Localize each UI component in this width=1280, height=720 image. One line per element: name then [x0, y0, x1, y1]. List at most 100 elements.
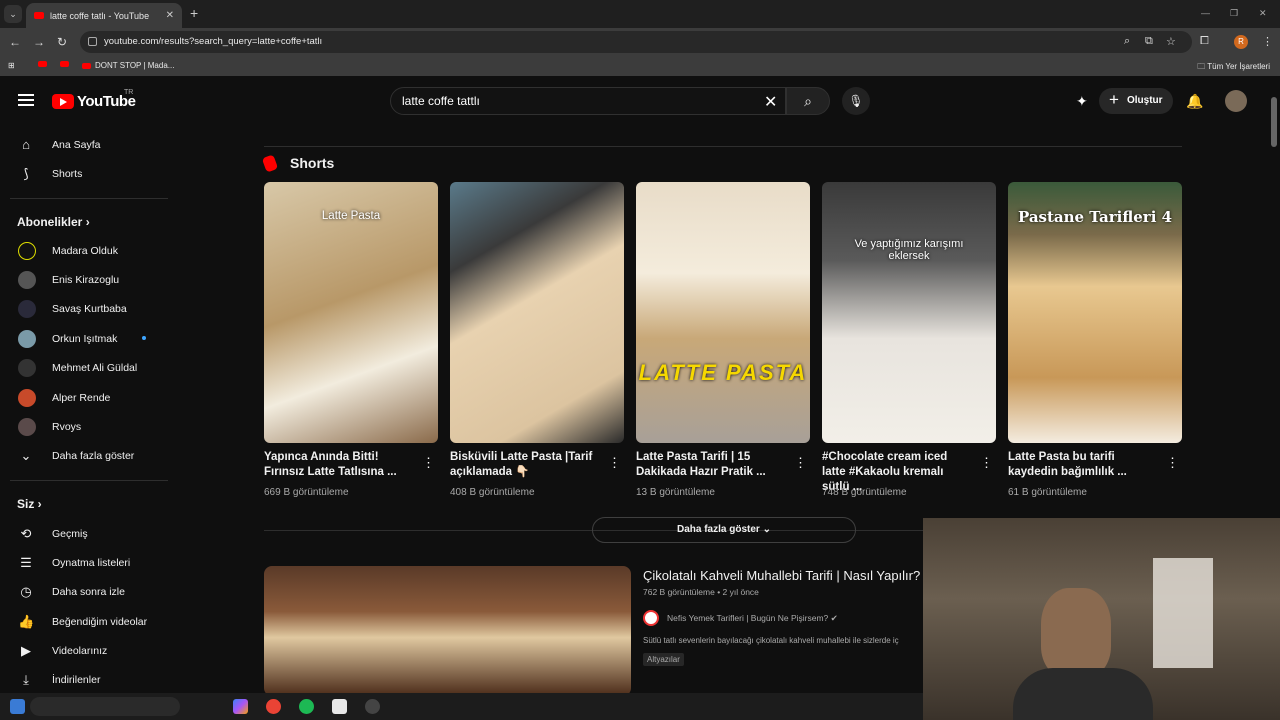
more-actions-icon[interactable]: ⋮: [422, 455, 435, 471]
webcam-overlay: [923, 518, 1280, 720]
sidebar-item-shorts[interactable]: ⟆ Shorts: [0, 159, 170, 188]
search-input[interactable]: latte coffe tattlı: [390, 87, 786, 115]
youtube-icon: [60, 61, 69, 67]
forward-icon[interactable]: →: [33, 35, 45, 49]
guide-menu-icon[interactable]: [18, 94, 34, 106]
apps-icon[interactable]: ⊞: [8, 61, 15, 70]
short-card[interactable]: LATTE PASTA Latte Pasta Tarifi | 15 Daki…: [636, 182, 810, 498]
search-button[interactable]: ⌕: [786, 87, 830, 115]
spotify-icon[interactable]: [299, 699, 314, 714]
person-head: [1041, 588, 1111, 678]
notifications-bell-icon[interactable]: 🔔: [1186, 93, 1203, 110]
short-card[interactable]: Ve yaptığımız karışımı eklersek #Chocola…: [822, 182, 996, 498]
youtube-play-icon: [52, 94, 74, 109]
bookmark-youtube-2[interactable]: [60, 61, 73, 67]
sidebar-label: Ana Sayfa: [52, 138, 101, 151]
create-button[interactable]: Oluştur: [1099, 87, 1173, 114]
short-thumbnail[interactable]: Ve yaptığımız karışımı eklersek: [822, 182, 996, 443]
subs-heading-label: Abonelikler: [17, 215, 83, 229]
short-title[interactable]: Bisküvili Latte Pasta |Tarif açıklamada …: [450, 450, 600, 480]
sidebar: ⌂ Ana Sayfa ⟆ Shorts Abonelikler › Madar…: [0, 121, 170, 693]
sidebar-item-subscription[interactable]: Alper Rende: [0, 383, 170, 412]
back-icon[interactable]: ←: [9, 35, 21, 49]
minimize-icon[interactable]: —: [1201, 8, 1210, 18]
shorts-heading: Shorts: [290, 155, 335, 171]
sidebar-item-history[interactable]: ⟲ Geçmiş: [0, 519, 170, 548]
more-actions-icon[interactable]: ⋮: [1166, 455, 1179, 471]
short-card[interactable]: Pastane Tarifleri 4 Latte Pasta bu tarif…: [1008, 182, 1182, 498]
more-actions-icon[interactable]: ⋮: [794, 455, 807, 471]
clear-search-icon[interactable]: ✕: [764, 92, 777, 112]
tab-title: latte coffe tatlı - YouTube: [50, 10, 150, 21]
short-title[interactable]: Yapınca Anında Bitti! Fırınsız Latte Tat…: [264, 450, 414, 480]
windows-start-icon[interactable]: [10, 699, 25, 714]
playlists-icon: ☰: [20, 554, 32, 570]
bookmark-star-icon[interactable]: ☆: [1166, 35, 1176, 48]
sidebar-item-downloads[interactable]: ⤓ İndirilenler: [0, 665, 170, 693]
video-thumbnail[interactable]: [264, 566, 631, 693]
short-thumbnail[interactable]: Pastane Tarifleri 4: [1008, 182, 1182, 443]
zoom-icon[interactable]: ⌕: [1124, 35, 1130, 48]
show-more-button[interactable]: Daha fazla göster ⌄: [592, 517, 856, 543]
channel-link[interactable]: Nefis Yemek Tarifleri | Bugün Ne Pişirse…: [643, 610, 838, 626]
sidebar-item-subscription[interactable]: Rvoys: [0, 412, 170, 441]
you-heading[interactable]: Siz ›: [17, 497, 42, 511]
short-thumbnail[interactable]: Latte Pasta: [264, 182, 438, 443]
sidebar-item-subscription[interactable]: Mehmet Ali Güldal: [0, 353, 170, 382]
close-window-icon[interactable]: ✕: [1259, 8, 1267, 19]
new-tab-button[interactable]: +: [190, 5, 198, 21]
youtube-logo[interactable]: YouTube: [52, 93, 136, 110]
sidebar-item-subscription[interactable]: Enis Kirazoglu: [0, 265, 170, 294]
sidebar-item-watch-later[interactable]: ◷ Daha sonra izle: [0, 577, 170, 606]
sidebar-item-playlists[interactable]: ☰ Oynatma listeleri: [0, 548, 170, 577]
more-actions-icon[interactable]: ⋮: [608, 455, 621, 471]
short-thumbnail[interactable]: LATTE PASTA: [636, 182, 810, 443]
subscriptions-heading[interactable]: Abonelikler ›: [17, 215, 90, 229]
windows-taskbar: [0, 693, 923, 720]
menu-icon[interactable]: ⋮: [1262, 35, 1273, 48]
sidebar-item-subscription[interactable]: Savaş Kurtbaba: [0, 294, 170, 323]
home-icon: ⌂: [22, 136, 30, 152]
sidebar-item-liked[interactable]: 👍 Beğendiğim videolar: [0, 607, 170, 636]
file-icon[interactable]: [332, 699, 347, 714]
obs-icon[interactable]: [365, 699, 380, 714]
short-title[interactable]: Latte Pasta bu tarifi kaydedin bağımlılı…: [1008, 450, 1158, 480]
short-title[interactable]: Latte Pasta Tarifi | 15 Dakikada Hazır P…: [636, 450, 786, 480]
extensions-icon[interactable]: ⧠: [1200, 35, 1209, 48]
short-card[interactable]: Bisküvili Latte Pasta |Tarif açıklamada …: [450, 182, 624, 498]
thumbnail-overlay-text: Ve yaptığımız karışımı eklersek: [854, 238, 964, 262]
reload-icon[interactable]: ↻: [57, 35, 67, 49]
account-avatar[interactable]: [1225, 90, 1247, 112]
site-info-icon[interactable]: [88, 37, 97, 46]
chevron-down-icon: ⌄: [762, 524, 771, 535]
sidebar-item-subscription[interactable]: Madara Olduk: [0, 236, 170, 265]
sidebar-item-subscription[interactable]: Orkun Işıtmak: [0, 324, 170, 353]
you-heading-label: Siz: [17, 497, 35, 511]
taskbar-search[interactable]: [30, 697, 180, 716]
maximize-icon[interactable]: ❐: [1230, 8, 1238, 19]
more-actions-icon[interactable]: ⋮: [980, 455, 993, 471]
profile-avatar[interactable]: R: [1234, 35, 1248, 49]
sidebar-item-your-videos[interactable]: ▶ Videolarınız: [0, 636, 170, 665]
short-card[interactable]: Latte Pasta Yapınca Anında Bitti! Fırıns…: [264, 182, 438, 498]
voice-search-button[interactable]: 🎙: [842, 87, 870, 115]
page-scrollbar[interactable]: [1271, 97, 1277, 147]
browser-tab[interactable]: latte coffe tatlı - YouTube ✕: [26, 3, 182, 28]
video-title[interactable]: Çikolatalı Kahveli Muhallebi Tarifi | Na…: [643, 568, 920, 583]
video-description: Sütlü tatlı sevenlerin bayılacağı çikola…: [643, 636, 899, 645]
short-thumbnail[interactable]: [450, 182, 624, 443]
bookmark-dont-stop[interactable]: DONT STOP | Mada...: [82, 61, 174, 70]
all-bookmarks[interactable]: 🗀 Tüm Yer İşaretleri: [1197, 61, 1270, 75]
install-icon[interactable]: ⧉: [1145, 35, 1153, 48]
chrome-icon[interactable]: [266, 699, 281, 714]
bookmark-youtube-1[interactable]: [38, 61, 51, 67]
copilot-icon[interactable]: [233, 699, 248, 714]
cast-icon[interactable]: ✦: [1076, 93, 1088, 110]
address-bar[interactable]: youtube.com/results?search_query=latte+c…: [80, 31, 1192, 53]
sidebar-show-more[interactable]: ⌄ Daha fazla göster: [0, 441, 170, 470]
tab-search-button[interactable]: ⌄: [4, 5, 22, 23]
close-tab-icon[interactable]: ✕: [166, 10, 174, 21]
country-code: TR: [124, 89, 134, 96]
divider: [264, 146, 1182, 147]
sidebar-item-home[interactable]: ⌂ Ana Sayfa: [0, 130, 170, 159]
